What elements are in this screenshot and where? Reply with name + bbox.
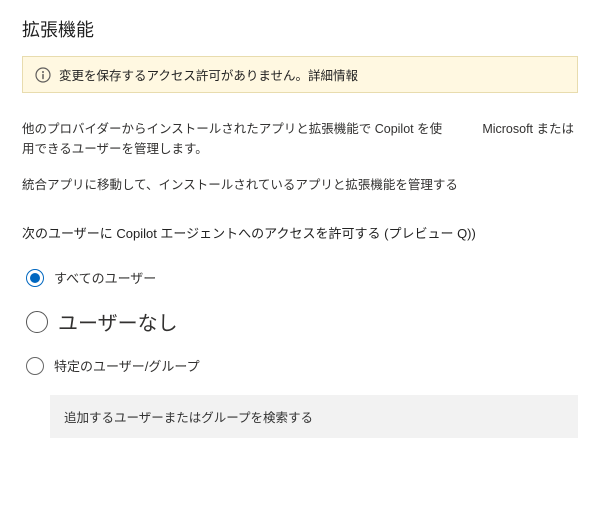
permission-warning-banner: 変更を保存するアクセス許可がありません。詳細情報 (22, 56, 578, 93)
radio-indicator (26, 357, 44, 375)
radio-label-none: ユーザーなし (58, 307, 178, 336)
radio-label-specific: 特定のユーザー/グループ (54, 356, 200, 375)
radio-all-users[interactable]: すべてのユーザー (26, 268, 578, 287)
page-title: 拡張機能 (22, 16, 578, 42)
access-heading: 次のユーザーに Copilot エージェントへのアクセスを許可する (プレビュー… (22, 223, 578, 242)
description-main: 他のプロバイダーからインストールされたアプリと拡張機能で Copilot を使用… (22, 119, 452, 159)
access-radio-group: すべてのユーザー ユーザーなし 特定のユーザー/グループ (26, 268, 578, 375)
radio-indicator (26, 311, 48, 333)
warning-text: 変更を保存するアクセス許可がありません。詳細情報 (59, 65, 358, 84)
description-side: Microsoft または (482, 119, 578, 159)
radio-label-all: すべてのユーザー (54, 268, 156, 287)
radio-no-users[interactable]: ユーザーなし (26, 307, 578, 336)
info-icon (35, 67, 51, 83)
radio-specific-users[interactable]: 特定のユーザー/グループ (26, 356, 578, 375)
user-group-search-input[interactable]: 追加するユーザーまたはグループを検索する (50, 395, 578, 438)
radio-indicator-selected (26, 269, 44, 287)
manage-apps-link[interactable]: 統合アプリに移動して、インストールされているアプリと拡張機能を管理する (22, 175, 578, 195)
description-row: 他のプロバイダーからインストールされたアプリと拡張機能で Copilot を使用… (22, 119, 578, 159)
